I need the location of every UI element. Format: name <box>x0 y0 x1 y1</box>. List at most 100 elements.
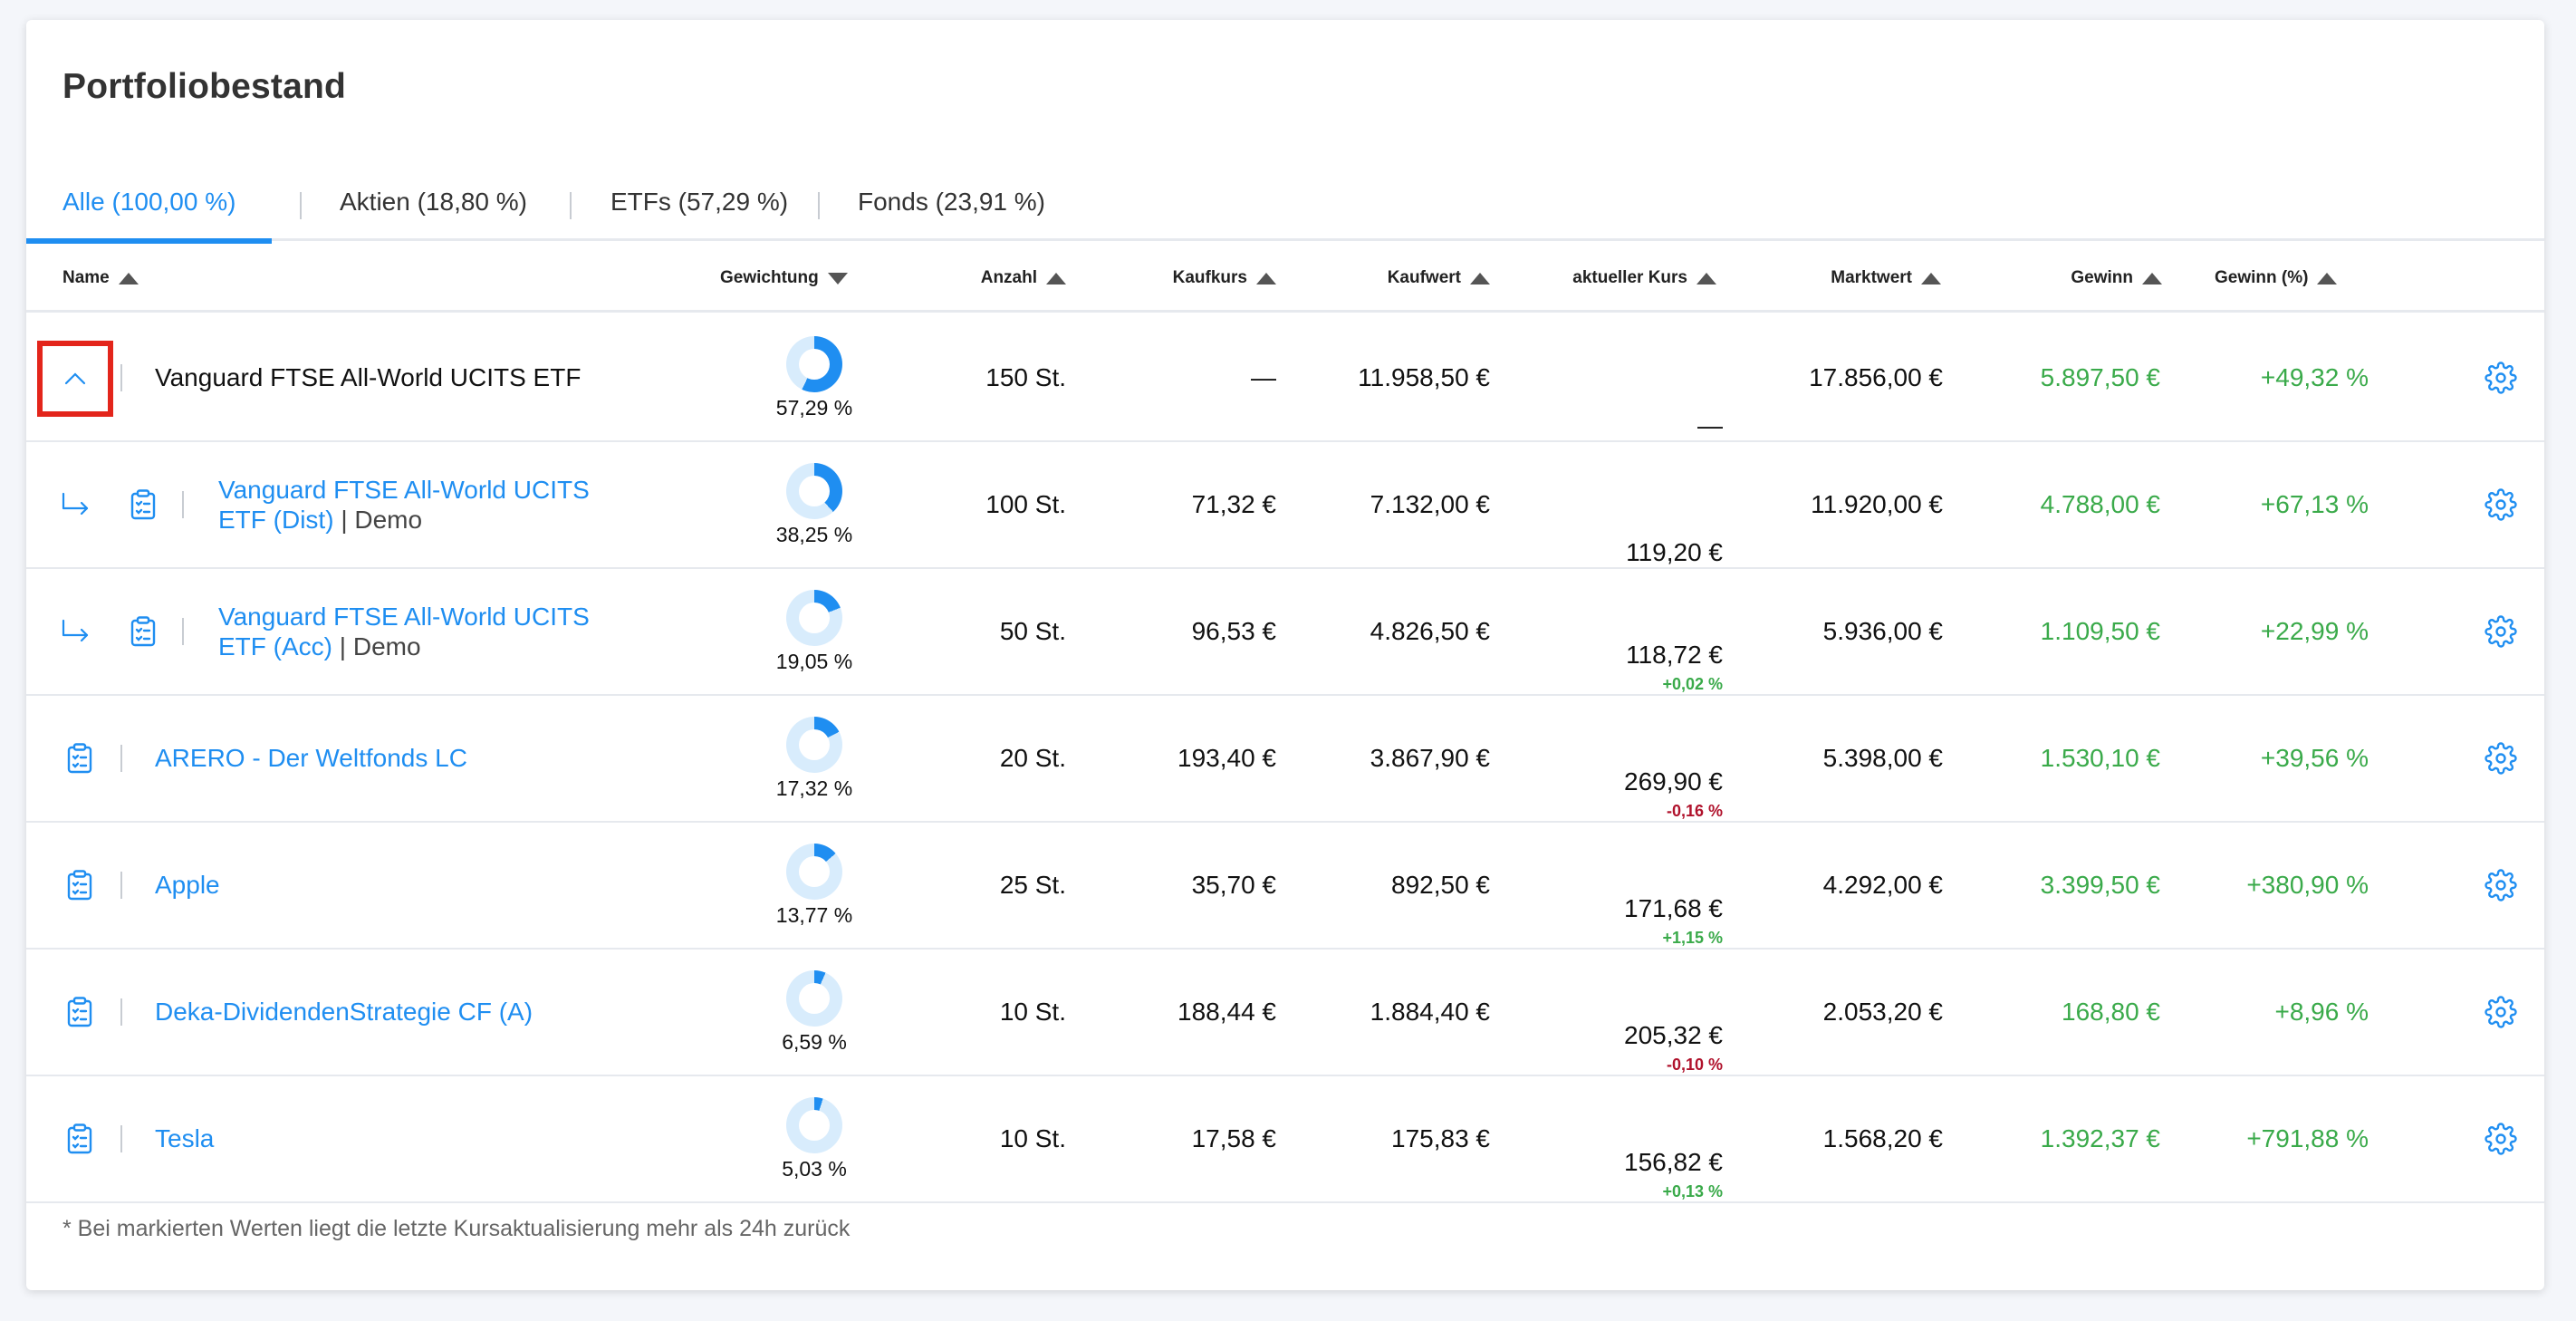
sort-asc-icon <box>1256 272 1276 284</box>
current-price: 156,82 € <box>1624 1148 1723 1176</box>
security-link[interactable]: Tesla <box>155 1124 214 1153</box>
table-row[interactable]: Tesla 5,03 % 10 St. 17,58 € 175,83 € 156… <box>26 1076 2544 1203</box>
gear-icon <box>2485 996 2517 1028</box>
market-value: 5.936,00 € <box>1822 617 1943 645</box>
gear-icon <box>2485 615 2517 648</box>
profit-percent: +49,32 % <box>2260 363 2369 391</box>
divider <box>120 872 122 899</box>
settings-button[interactable] <box>2485 442 2517 567</box>
gear-icon <box>2485 488 2517 521</box>
tab-divider <box>818 192 820 219</box>
price-change: -0,10 % <box>1666 1056 1723 1074</box>
purchase-price: — <box>1251 363 1276 391</box>
market-value: 5.398,00 € <box>1822 744 1943 772</box>
weight-cell: 13,77 % <box>751 823 878 948</box>
current-price-cell: 269,90 € -0,16 % <box>1512 696 1723 821</box>
page-title: Portfoliobestand <box>62 67 347 106</box>
profit-percent: +22,99 % <box>2260 617 2369 645</box>
depot-name: Demo <box>352 632 421 660</box>
expand-collapse-button[interactable] <box>37 341 113 417</box>
quantity: 20 St. <box>999 744 1066 772</box>
col-header-name[interactable]: Name <box>62 244 139 313</box>
settings-button[interactable] <box>2485 823 2517 948</box>
current-price-cell: 156,82 € +0,13 % <box>1512 1076 1723 1201</box>
col-header-kaufwert-label: Kaufwert <box>1387 268 1461 287</box>
clipboard-icon[interactable] <box>66 1123 93 1154</box>
col-header-gewichtung[interactable]: Gewichtung <box>720 244 848 313</box>
current-price-cell: 171,68 € +1,15 % <box>1512 823 1723 948</box>
col-header-anzahl[interactable]: Anzahl <box>932 244 1066 313</box>
gear-icon <box>2485 362 2517 394</box>
clipboard-icon[interactable] <box>130 489 157 520</box>
col-header-marktwert-label: Marktwert <box>1831 268 1912 287</box>
col-header-marktwert[interactable]: Marktwert <box>1747 244 1941 313</box>
security-link[interactable]: ARERO - Der Weltfonds LC <box>155 744 467 773</box>
clipboard-icon[interactable] <box>66 997 93 1027</box>
footnote: * Bei markierten Werten liegt die letzte… <box>62 1216 851 1241</box>
security-link[interactable]: ETF (Acc) <box>218 632 332 660</box>
security-link[interactable]: Vanguard FTSE All-World UCITS <box>218 475 644 505</box>
depot-separator: | <box>339 632 347 660</box>
current-price: 118,72 € <box>1626 641 1723 669</box>
tab-fonds[interactable]: Fonds (23,91 %) <box>858 172 1045 241</box>
current-price: 171,68 € <box>1624 894 1723 922</box>
col-header-aktueller-kurs[interactable]: aktueller Kurs <box>1512 244 1716 313</box>
table-row[interactable]: ARERO - Der Weltfonds LC 17,32 % 20 St. … <box>26 696 2544 823</box>
table-row[interactable]: Vanguard FTSE All-World UCITS ETF (Dist)… <box>26 442 2544 569</box>
clipboard-icon[interactable] <box>66 870 93 901</box>
weight-cell: 6,59 % <box>751 950 878 1075</box>
sort-asc-icon <box>2317 272 2338 284</box>
sub-position-arrow-icon <box>61 619 91 644</box>
table-row[interactable]: Vanguard FTSE All-World UCITS ETF 57,29 … <box>26 315 2544 442</box>
current-price: — <box>1697 411 1723 439</box>
settings-button[interactable] <box>2485 569 2517 694</box>
portfolio-card: Portfoliobestand Alle (100,00 %) Aktien … <box>26 20 2544 1290</box>
depot-separator: | <box>341 506 348 534</box>
weight-cell: 17,32 % <box>751 696 878 821</box>
row-name: Vanguard FTSE All-World UCITS ETF <box>155 363 582 391</box>
security-link[interactable]: Apple <box>155 871 220 900</box>
sort-asc-icon <box>1921 272 1941 284</box>
tab-etfs[interactable]: ETFs (57,29 %) <box>610 172 788 241</box>
col-header-kaufkurs[interactable]: Kaufkurs <box>1113 244 1276 313</box>
quantity: 10 St. <box>999 998 1066 1026</box>
weight-label: 38,25 % <box>775 522 853 546</box>
table-row[interactable]: Apple 13,77 % 25 St. 35,70 € 892,50 € 17… <box>26 823 2544 950</box>
col-header-gewinn[interactable]: Gewinn <box>1974 244 2162 313</box>
table-row[interactable]: Deka-DividendenStrategie CF (A) 6,59 % 1… <box>26 950 2544 1076</box>
quantity: 100 St. <box>985 490 1066 518</box>
col-header-kaufwert[interactable]: Kaufwert <box>1322 244 1490 313</box>
security-link[interactable]: Vanguard FTSE All-World UCITS <box>218 602 644 632</box>
purchase-value: 3.867,90 € <box>1370 744 1490 772</box>
quantity: 50 St. <box>999 617 1066 645</box>
purchase-value: 4.826,50 € <box>1370 617 1490 645</box>
weight-donut-chart <box>786 589 842 646</box>
purchase-price: 35,70 € <box>1191 871 1276 899</box>
purchase-value: 892,50 € <box>1391 871 1490 899</box>
security-link[interactable]: ETF (Dist) <box>218 506 334 534</box>
settings-button[interactable] <box>2485 1076 2517 1201</box>
table-row[interactable]: Vanguard FTSE All-World UCITS ETF (Acc) … <box>26 569 2544 696</box>
clipboard-icon[interactable] <box>66 743 93 774</box>
tab-aktien[interactable]: Aktien (18,80 %) <box>340 172 527 241</box>
settings-button[interactable] <box>2485 315 2517 440</box>
clipboard-icon[interactable] <box>130 616 157 647</box>
tab-bar: Alle (100,00 %) Aktien (18,80 %) ETFs (5… <box>26 172 2544 244</box>
tab-alle[interactable]: Alle (100,00 %) <box>26 172 273 244</box>
purchase-price: 96,53 € <box>1191 617 1276 645</box>
weight-cell: 5,03 % <box>751 1076 878 1201</box>
settings-button[interactable] <box>2485 696 2517 821</box>
security-link[interactable]: Deka-DividendenStrategie CF (A) <box>155 998 533 1027</box>
col-header-gewinn-pct-label: Gewinn (%) <box>2215 268 2309 287</box>
weight-cell: 57,29 % <box>751 315 878 440</box>
divider <box>120 998 122 1026</box>
settings-button[interactable] <box>2485 950 2517 1075</box>
col-header-gewinn-pct[interactable]: Gewinn (%) <box>2215 244 2338 313</box>
quantity: 150 St. <box>985 363 1066 391</box>
row-name-cell: Apple <box>66 823 220 948</box>
price-change: -0,16 % <box>1666 802 1723 820</box>
weight-donut-chart <box>786 462 842 519</box>
profit: 1.392,37 € <box>2040 1124 2160 1152</box>
weight-donut-chart <box>786 1096 842 1153</box>
row-name-cell: Vanguard FTSE All-World UCITS ETF <box>120 315 581 440</box>
